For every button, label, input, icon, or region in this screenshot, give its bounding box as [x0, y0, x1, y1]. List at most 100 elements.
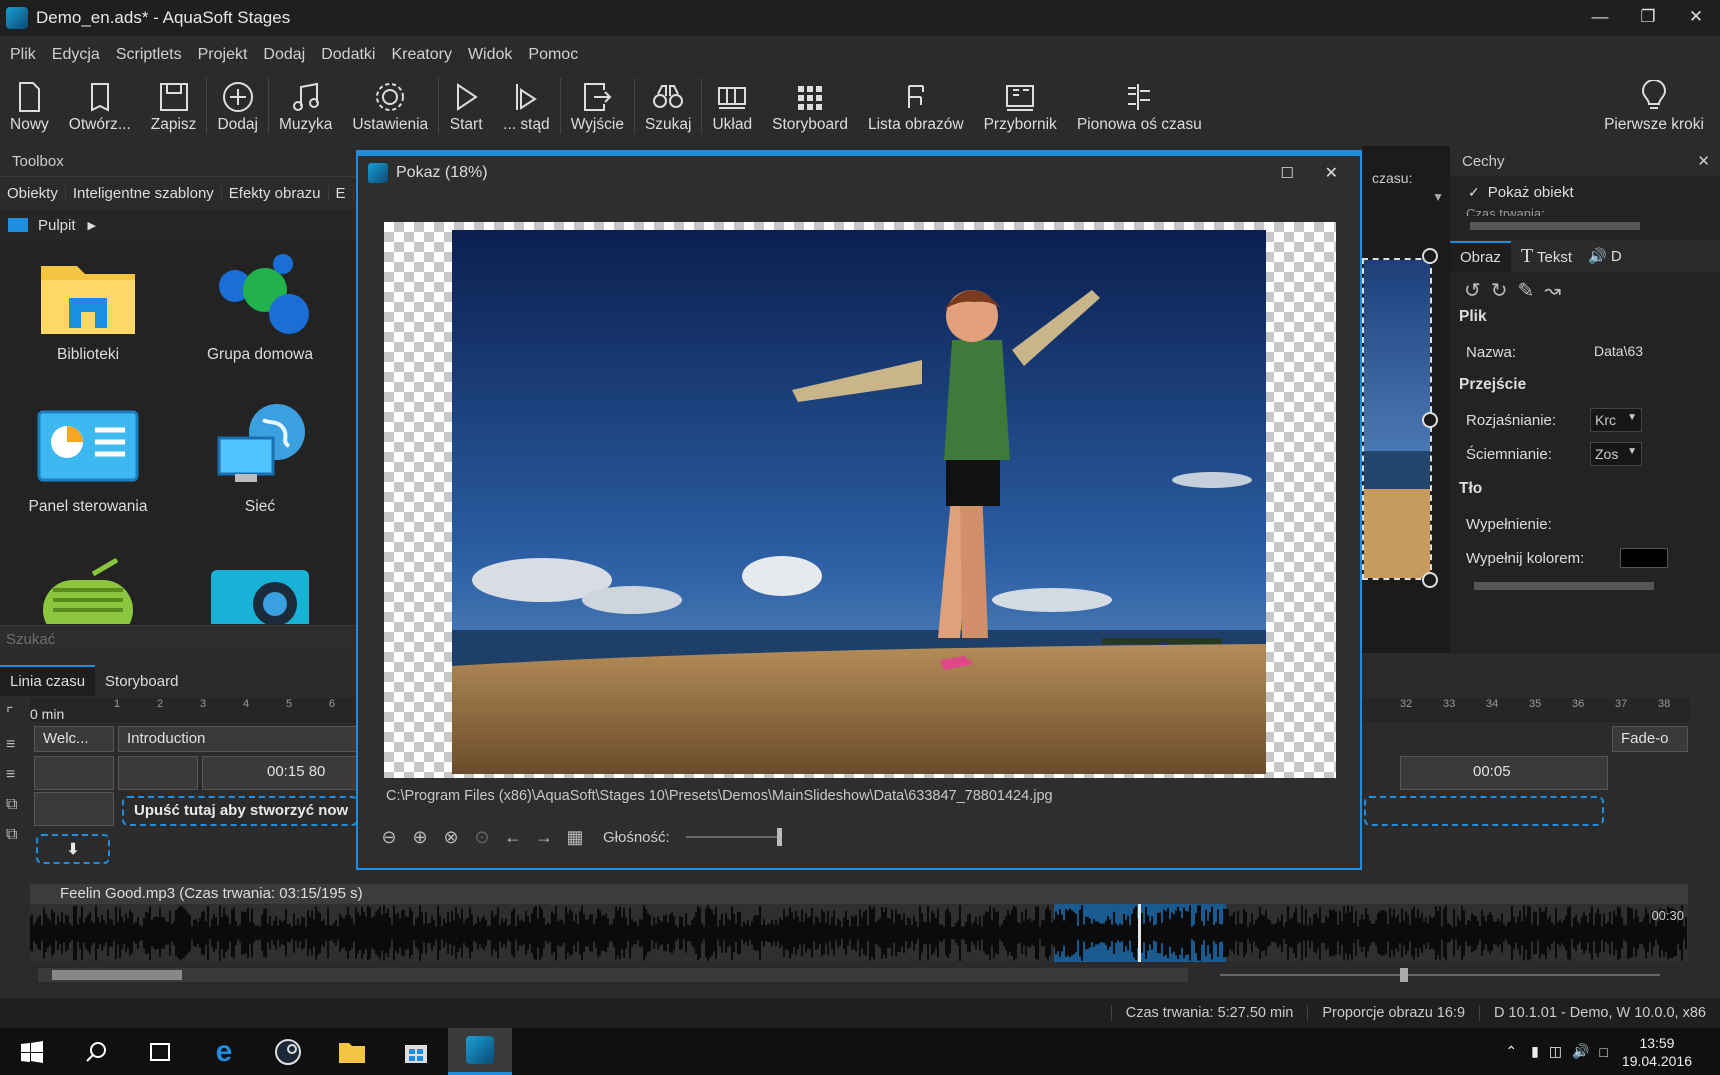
settings-button[interactable]: Ustawienia: [342, 72, 438, 140]
volume-slider[interactable]: [685, 828, 782, 846]
path-icon[interactable]: ↝: [1544, 278, 1561, 303]
store-icon[interactable]: [384, 1028, 448, 1075]
zoom-slider[interactable]: [1220, 968, 1660, 982]
clip-text-3[interactable]: [34, 792, 114, 826]
minimize-icon[interactable]: —: [1576, 0, 1624, 34]
add-button[interactable]: Dodaj: [207, 72, 268, 140]
menu-projekt[interactable]: Projekt: [198, 46, 248, 64]
menu-scriptlets[interactable]: Scriptlets: [116, 46, 182, 64]
resize-handle[interactable]: [1422, 412, 1438, 428]
steam-icon[interactable]: [256, 1028, 320, 1075]
tab-timeline[interactable]: Linia czasu: [0, 665, 96, 696]
edit-pencil-icon[interactable]: ✎: [1518, 278, 1535, 303]
zoom-reset-icon[interactable]: ⊙: [469, 824, 495, 850]
fade-in-select[interactable]: Krc ▼: [1590, 408, 1642, 432]
list-item-libraries[interactable]: Biblioteki: [8, 250, 168, 364]
search-button[interactable]: Szukaj: [635, 72, 702, 140]
resize-handle[interactable]: [1422, 248, 1438, 264]
show-object-checkbox[interactable]: ✓ Pokaż obiekt: [1468, 184, 1574, 201]
arrow-right-icon[interactable]: →: [531, 824, 557, 850]
chevron-up-icon[interactable]: ⌃: [1505, 1043, 1517, 1060]
task-view-icon[interactable]: [128, 1028, 192, 1075]
clock[interactable]: 13:59 19.04.2016: [1622, 1034, 1692, 1070]
aquasoft-taskbar-icon[interactable]: [448, 1028, 512, 1075]
clip-text-2[interactable]: 00:15 80: [202, 756, 358, 790]
play-from-here-button[interactable]: ... stąd: [493, 72, 560, 140]
start-button[interactable]: [0, 1028, 64, 1075]
music-button[interactable]: Muzyka: [269, 72, 342, 140]
menu-dodaj[interactable]: Dodaj: [263, 46, 305, 64]
export-button[interactable]: Wyjście: [561, 72, 634, 140]
menu-dodatki[interactable]: Dodatki: [321, 46, 375, 64]
save-button[interactable]: Zapisz: [141, 72, 207, 140]
close-icon[interactable]: ✕: [1672, 0, 1720, 34]
vertical-timeline-button[interactable]: Pionowa oś czasu: [1067, 72, 1212, 140]
zoom-fit-icon[interactable]: ⊗: [438, 824, 464, 850]
drop-zone[interactable]: [1364, 796, 1604, 826]
horizontal-scrollbar[interactable]: [1470, 222, 1640, 230]
toolbox-search-input[interactable]: Szukać: [0, 625, 358, 653]
close-icon[interactable]: ✕: [1325, 163, 1338, 183]
tab-more[interactable]: E: [329, 185, 354, 202]
tab-sound[interactable]: 🔊 D: [1582, 241, 1628, 271]
grid-icon[interactable]: ▦: [562, 824, 588, 850]
panel-close-icon[interactable]: ✕: [1697, 152, 1710, 170]
search-icon[interactable]: [64, 1028, 128, 1075]
menu-kreatory[interactable]: Kreatory: [391, 46, 451, 64]
new-button[interactable]: Nowy: [0, 72, 59, 140]
file-explorer-icon[interactable]: [320, 1028, 384, 1075]
name-field[interactable]: Data\63: [1590, 340, 1650, 364]
resize-handle[interactable]: [1422, 572, 1438, 588]
fade-out-select[interactable]: Zos ▼: [1590, 442, 1642, 466]
chapter-fade-out[interactable]: Fade-o: [1612, 726, 1688, 752]
restore-icon[interactable]: ❐: [1624, 0, 1672, 34]
list-item-radio[interactable]: [8, 554, 168, 624]
maximize-icon[interactable]: ☐: [1281, 164, 1294, 182]
list-item-aquasoft[interactable]: [180, 554, 340, 624]
audio-waveform[interactable]: 00:30: [30, 904, 1688, 962]
zoom-in-icon[interactable]: ⊕: [407, 824, 433, 850]
zoom-slider-thumb[interactable]: [1400, 968, 1408, 982]
menu-widok[interactable]: Widok: [468, 46, 512, 64]
ungroup-icon[interactable]: ⧉: [6, 820, 17, 850]
drop-zone-down[interactable]: ⬇: [36, 834, 110, 864]
audio-track-header[interactable]: Feelin Good.mp3 (Czas trwania: 03:15/195…: [30, 884, 1688, 904]
horizontal-scrollbar[interactable]: [1474, 582, 1654, 590]
menu-edycja[interactable]: Edycja: [52, 46, 100, 64]
chapter-introduction[interactable]: Introduction: [118, 726, 358, 752]
group-icon[interactable]: ⧉: [6, 790, 17, 820]
clip-text[interactable]: [118, 756, 198, 790]
color-swatch[interactable]: [1620, 548, 1668, 568]
tab-storyboard[interactable]: Storyboard: [95, 667, 188, 696]
timeline-scrollbar[interactable]: [38, 968, 1188, 982]
drop-zone[interactable]: Upuść tutaj aby stworzyć now: [122, 796, 358, 826]
tab-image[interactable]: Obraz: [1450, 240, 1511, 272]
storyboard-button[interactable]: Storyboard: [762, 72, 858, 140]
tab-image-effects[interactable]: Efekty obrazu: [222, 185, 329, 202]
list-item-control-panel[interactable]: Panel sterowania: [8, 402, 168, 516]
arrow-left-icon[interactable]: ←: [500, 824, 526, 850]
chapter-welcome[interactable]: Welc...: [34, 726, 114, 752]
volume-slider-thumb[interactable]: [776, 828, 782, 846]
layout-button[interactable]: Układ: [702, 72, 762, 140]
network-icon[interactable]: ◫: [1549, 1043, 1562, 1060]
rotate-left-icon[interactable]: ↺: [1464, 278, 1481, 303]
toolbox-button[interactable]: Przybornik: [974, 72, 1067, 140]
scrollbar-thumb[interactable]: [52, 970, 182, 980]
image-list-button[interactable]: Lista obrazów: [858, 72, 974, 140]
edge-icon[interactable]: e: [192, 1028, 256, 1075]
volume-icon[interactable]: 🔊: [1572, 1043, 1589, 1060]
tab-text[interactable]: T Tekst: [1511, 239, 1582, 274]
menu-plik[interactable]: Plik: [10, 46, 36, 64]
chevron-down-icon[interactable]: ▼: [1432, 190, 1444, 204]
clip-image-2[interactable]: 00:05: [1400, 756, 1608, 790]
fit-icon[interactable]: ⌜: [6, 700, 17, 730]
list-item-network[interactable]: Sieć: [180, 402, 340, 516]
clip-image[interactable]: [34, 756, 114, 790]
tab-objects[interactable]: Obiekty: [0, 185, 66, 202]
battery-icon[interactable]: ▮: [1531, 1043, 1539, 1060]
expand-icon[interactable]: ≡: [6, 760, 17, 790]
zoom-out-icon[interactable]: ⊖: [376, 824, 402, 850]
rotate-right-icon[interactable]: ↻: [1491, 278, 1508, 303]
tab-smart-templates[interactable]: Inteligentne szablony: [66, 185, 222, 202]
